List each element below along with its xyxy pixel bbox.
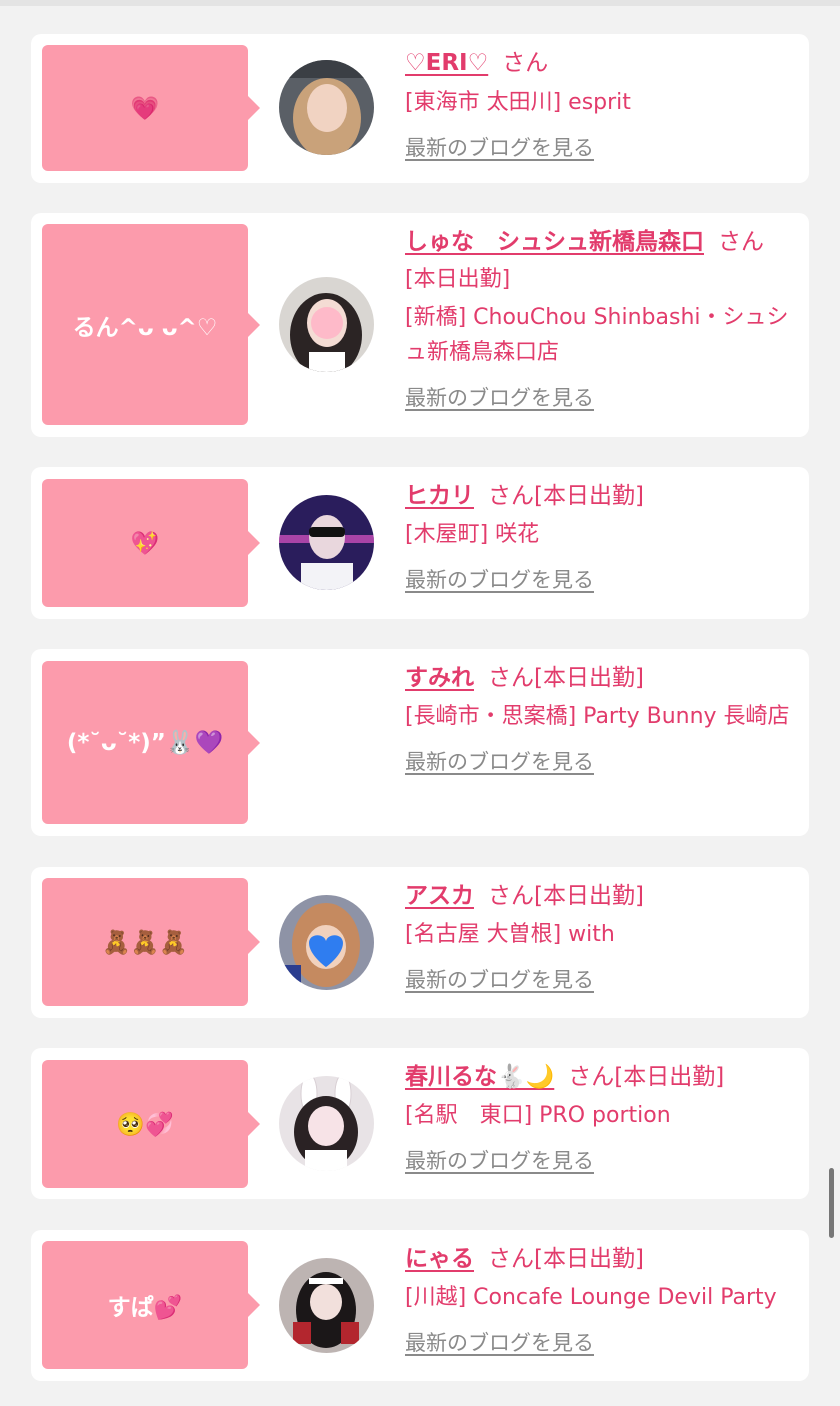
honorific: さん <box>488 483 534 509</box>
latest-blog-link[interactable]: 最新のブログを見る <box>405 964 594 994</box>
message-bubble: 💖 <box>42 479 260 607</box>
shop-detail: [名古屋 大曽根] with <box>405 922 615 947</box>
honorific: さん <box>568 1064 615 1090</box>
avatar[interactable] <box>279 1076 374 1171</box>
entry-info: 春川るな🐇🌙 さん[本日出勤] [名駅 東口] PRO portion 最新のブロ… <box>405 1060 801 1175</box>
avatar-photo <box>279 895 374 990</box>
avatar[interactable] <box>279 895 374 990</box>
honorific: さん <box>718 229 764 255</box>
message-bubble: 🥺💞 <box>42 1060 260 1188</box>
girl-name-link[interactable]: ヒカリ <box>405 483 474 509</box>
avatar[interactable] <box>279 277 374 372</box>
girl-name-link[interactable]: 春川るな🐇🌙 <box>405 1064 554 1090</box>
avatar-photo <box>279 1076 374 1171</box>
message-bubble: すぱ💕 <box>42 1241 260 1369</box>
blog-entry-card: るん^ᴗ ᴗ^♡ しゅな シュシュ新橋鳥森口 さん [本日出勤] [新橋] Cho… <box>31 213 809 437</box>
top-divider <box>0 0 840 6</box>
shop-detail: [長崎市・思案橋] Party Bunny 長崎店 <box>405 704 790 729</box>
work-status: [本日出勤] <box>534 1246 644 1272</box>
girl-name-link[interactable]: しゅな シュシュ新橋鳥森口 <box>405 229 704 255</box>
message-text: 🧸🧸🧸 <box>102 929 188 956</box>
work-status: [本日出勤] <box>534 665 644 691</box>
entry-info: にゃる さん[本日出勤] [川越] Concafe Lounge Devil Pa… <box>405 1242 801 1357</box>
message-bubble: (*˘ᴗ˘*)”🐰💜 <box>42 661 260 824</box>
avatar-photo <box>279 1258 374 1353</box>
honorific: さん <box>488 1246 534 1272</box>
message-bubble: 🧸🧸🧸 <box>42 878 260 1006</box>
avatar[interactable] <box>279 60 374 155</box>
message-bubble: るん^ᴗ ᴗ^♡ <box>42 224 260 425</box>
blog-entry-card: すぱ💕 にゃる さん[本日出勤] [川越] Concafe Lounge Devi… <box>31 1230 809 1381</box>
avatar[interactable] <box>279 1258 374 1353</box>
blog-entry-card: 💗 ♡ERI♡ さん [東海市 太田川] esprit 最新のブログを見る <box>31 34 809 183</box>
shop-detail: [川越] Concafe Lounge Devil Party <box>405 1285 777 1310</box>
latest-blog-link[interactable]: 最新のブログを見る <box>405 1145 594 1175</box>
entry-info: しゅな シュシュ新橋鳥森口 さん [本日出勤] [新橋] ChouChou Shi… <box>405 225 801 412</box>
entry-info: ヒカリ さん[本日出勤] [木屋町] 咲花 最新のブログを見る <box>405 479 801 594</box>
shop-detail: [新橋] ChouChou Shinbashi・シュシュ新橋鳥森口店 <box>405 305 789 365</box>
blog-entry-card: 💖 ヒカリ さん[本日出勤] [木屋町] 咲花 最新のブログを見る <box>31 467 809 619</box>
work-status: [本日出勤] <box>534 883 644 909</box>
message-text: 🥺💞 <box>116 1111 174 1138</box>
girl-name-link[interactable]: すみれ <box>405 665 474 691</box>
message-text: (*˘ᴗ˘*)”🐰💜 <box>66 730 224 756</box>
shop-detail: [木屋町] 咲花 <box>405 522 540 547</box>
work-status: [本日出勤] <box>534 483 644 509</box>
avatar-photo <box>279 495 374 590</box>
honorific: さん <box>488 883 534 909</box>
entry-info: アスカ さん[本日出勤] [名古屋 大曽根] with 最新のブログを見る <box>405 879 801 994</box>
message-text: 💖 <box>130 530 160 557</box>
avatar-photo <box>279 277 374 372</box>
blog-entry-card: (*˘ᴗ˘*)”🐰💜 すみれ さん[本日出勤] [長崎市・思案橋] Party B… <box>31 649 809 836</box>
message-bubble: 💗 <box>42 45 260 171</box>
message-text: すぱ💕 <box>107 1295 183 1321</box>
avatar[interactable] <box>279 495 374 590</box>
shop-detail: [東海市 太田川] esprit <box>405 90 631 115</box>
honorific: さん <box>502 50 549 76</box>
message-text: 💗 <box>130 95 160 122</box>
scrollbar-thumb[interactable] <box>829 1168 834 1238</box>
honorific: さん <box>488 665 534 691</box>
blog-entry-card: 🧸🧸🧸 アスカ さん[本日出勤] [名古屋 大曽根] with 最新のブログを見る <box>31 867 809 1018</box>
girl-name-link[interactable]: ♡ERI♡ <box>405 50 488 76</box>
work-status: [本日出勤] <box>405 267 511 292</box>
entry-info: すみれ さん[本日出勤] [長崎市・思案橋] Party Bunny 長崎店 最新… <box>405 661 801 776</box>
avatar[interactable] <box>279 695 374 790</box>
latest-blog-link[interactable]: 最新のブログを見る <box>405 564 594 594</box>
work-status: [本日出勤] <box>614 1064 725 1090</box>
message-text: るん^ᴗ ᴗ^♡ <box>72 314 218 341</box>
latest-blog-link[interactable]: 最新のブログを見る <box>405 746 594 776</box>
blog-entry-card: 🥺💞 春川るな🐇🌙 さん[本日出勤] [名駅 東口] PRO portion 最新… <box>31 1048 809 1199</box>
latest-blog-link[interactable]: 最新のブログを見る <box>405 382 594 412</box>
latest-blog-link[interactable]: 最新のブログを見る <box>405 1327 594 1357</box>
shop-detail: [名駅 東口] PRO portion <box>405 1103 671 1128</box>
girl-name-link[interactable]: アスカ <box>405 883 474 909</box>
avatar-photo <box>279 60 374 155</box>
girl-name-link[interactable]: にゃる <box>405 1246 474 1272</box>
latest-blog-link[interactable]: 最新のブログを見る <box>405 132 594 162</box>
entry-info: ♡ERI♡ さん [東海市 太田川] esprit 最新のブログを見る <box>405 46 801 162</box>
